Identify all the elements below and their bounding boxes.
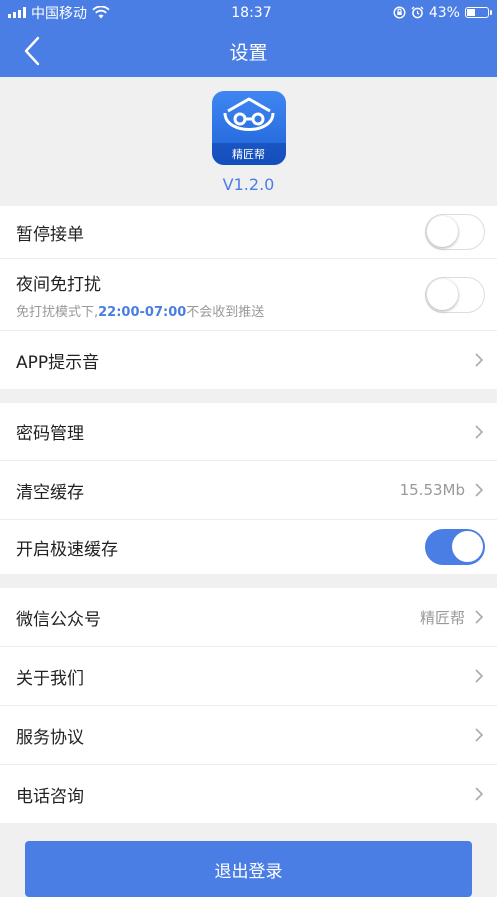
clear-cache-right: 15.53Mb [400, 481, 485, 499]
pause-orders-toggle[interactable] [425, 214, 485, 250]
wechat-row[interactable]: 微信公众号 精匠帮 [0, 588, 497, 647]
rotation-lock-icon [393, 6, 406, 19]
battery-percent: 43% [428, 4, 460, 21]
dnd-text: 夜间免打扰 免打扰模式下,22:00-07:00不会收到推送 [16, 270, 264, 320]
app-sound-row[interactable]: APP提示音 [0, 331, 497, 389]
status-time: 18:37 [231, 4, 272, 21]
dnd-desc-time: 22:00-07:00 [98, 304, 187, 320]
signal-icon [8, 7, 26, 18]
dnd-description: 免打扰模式下,22:00-07:00不会收到推送 [16, 301, 264, 320]
fast-cache-toggle[interactable] [425, 529, 485, 565]
wifi-icon [92, 6, 110, 19]
logo-text: 精匠帮 [232, 148, 265, 161]
dnd-desc-prefix: 免打扰模式下, [16, 304, 99, 320]
dnd-row: 夜间免打扰 免打扰模式下,22:00-07:00不会收到推送 [0, 259, 497, 331]
chevron-right-icon [475, 424, 484, 439]
status-bar: 中国移动 18:37 43% [0, 0, 497, 25]
logo-band: 精匠帮 [211, 143, 286, 165]
dnd-desc-suffix: 不会收到推送 [186, 304, 265, 320]
alarm-icon [411, 6, 424, 19]
wechat-label: 微信公众号 [16, 609, 101, 630]
app-sound-label: APP提示音 [16, 352, 100, 373]
settings-group-3: 微信公众号 精匠帮 关于我们 服务协议 电话咨询 [0, 588, 497, 823]
fast-cache-row: 开启极速缓存 [0, 520, 497, 574]
page-title: 设置 [229, 41, 268, 64]
status-left: 中国移动 [8, 3, 110, 23]
about-row[interactable]: 关于我们 [0, 647, 497, 706]
logout-area: 退出登录 [0, 823, 497, 897]
app-info: 精匠帮 V1.2.0 [0, 77, 497, 206]
chevron-right-icon [475, 669, 484, 683]
toggle-knob [452, 531, 483, 562]
battery-icon [464, 7, 492, 18]
toggle-knob [427, 278, 458, 310]
clear-cache-row[interactable]: 清空缓存 15.53Mb [0, 461, 497, 520]
dnd-toggle[interactable] [425, 276, 485, 313]
settings-group-2: 密码管理 清空缓存 15.53Mb 开启极速缓存 [0, 403, 497, 574]
cache-size: 15.53Mb [399, 481, 465, 499]
phone-label: 电话咨询 [16, 786, 84, 807]
password-label: 密码管理 [16, 424, 84, 444]
nav-bar: 设置 [0, 25, 497, 77]
app-version: V1.2.0 [222, 175, 275, 194]
chevron-right-icon [475, 483, 484, 497]
settings-group-1: 暂停接单 夜间免打扰 免打扰模式下,22:00-07:00不会收到推送 APP提… [0, 206, 497, 389]
app-logo: 精匠帮 [211, 91, 286, 165]
chevron-right-icon [475, 728, 484, 742]
chevron-right-icon [475, 610, 484, 624]
chevron-right-icon [475, 353, 484, 367]
wechat-right: 精匠帮 [420, 607, 485, 628]
logo-face-icon [223, 97, 274, 131]
service-label: 服务协议 [16, 727, 84, 748]
password-row[interactable]: 密码管理 [0, 403, 497, 461]
carrier-name: 中国移动 [31, 5, 87, 22]
phone-row[interactable]: 电话咨询 [0, 765, 497, 823]
about-label: 关于我们 [16, 668, 84, 689]
status-right: 43% [393, 4, 492, 21]
clear-cache-label: 清空缓存 [16, 482, 84, 503]
back-arrow-icon[interactable] [18, 35, 46, 67]
dnd-label: 夜间免打扰 [16, 274, 101, 295]
fast-cache-label: 开启极速缓存 [16, 539, 118, 560]
pause-orders-label: 暂停接单 [16, 224, 84, 245]
pause-orders-row: 暂停接单 [0, 206, 497, 259]
toggle-knob [427, 216, 458, 247]
chevron-right-icon [475, 787, 484, 801]
service-row[interactable]: 服务协议 [0, 706, 497, 765]
logout-button[interactable]: 退出登录 [25, 841, 472, 897]
wechat-account: 精匠帮 [419, 608, 465, 627]
